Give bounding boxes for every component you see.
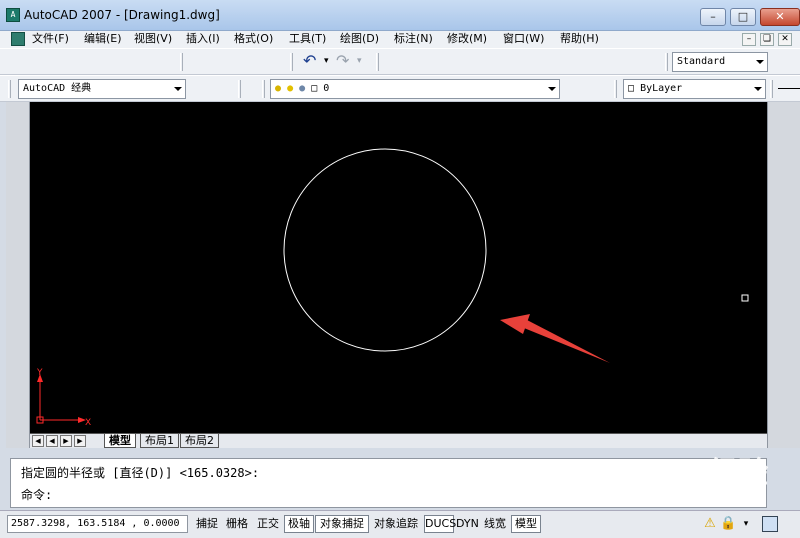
- first-tab-button[interactable]: ◀: [32, 435, 44, 447]
- menu-dimension[interactable]: 标注(N): [394, 32, 433, 46]
- osnap-toggle[interactable]: 对象捕捉: [315, 515, 369, 533]
- toolbar-grip[interactable]: [8, 80, 11, 98]
- menu-edit[interactable]: 编辑(E): [84, 32, 122, 46]
- chevron-down-icon: [756, 60, 764, 64]
- menu-modify[interactable]: 修改(M): [447, 32, 487, 46]
- color-select[interactable]: □ ByLayer: [623, 79, 766, 99]
- next-tab-button[interactable]: ▶: [60, 435, 72, 447]
- menu-tools[interactable]: 工具(T): [289, 32, 326, 46]
- document-icon[interactable]: [11, 32, 25, 46]
- chevron-down-icon[interactable]: ▾: [738, 516, 754, 532]
- redo-icon[interactable]: ↷: [336, 53, 349, 69]
- menu-bar: 文件(F) 编辑(E) 视图(V) 插入(I) 格式(O) 工具(T) 绘图(D…: [0, 31, 800, 48]
- layers-toolbar: AutoCAD 经典 ● ● ● □ 0 □ ByLayer: [0, 75, 800, 102]
- toolbar-grip[interactable]: [180, 53, 183, 71]
- color-swatch-icon: □: [628, 83, 635, 94]
- title-bar: A AutoCAD 2007 - [Drawing1.dwg] – □ ✕: [0, 0, 800, 31]
- tab-layout1[interactable]: 布局1: [140, 434, 179, 448]
- sun-icon: ●: [287, 83, 294, 94]
- menu-help[interactable]: 帮助(H): [560, 32, 599, 46]
- doc-restore-button[interactable]: ❏: [760, 33, 774, 46]
- close-icon: ✕: [775, 10, 785, 23]
- lock-icon: ●: [299, 83, 306, 94]
- ducs-toggle[interactable]: DUCS: [424, 515, 456, 533]
- toolbar-grip[interactable]: [262, 80, 265, 98]
- ucs-x-label: X: [85, 418, 91, 428]
- command-prompt[interactable]: 命令:: [21, 487, 52, 503]
- annotation-arrow-shaft: [524, 320, 610, 363]
- lightbulb-icon: ●: [275, 83, 282, 94]
- minimize-icon: –: [710, 10, 716, 23]
- clean-screen-icon[interactable]: [762, 516, 778, 532]
- toolbar-grip[interactable]: [770, 80, 773, 98]
- annotation-arrow-head: [500, 314, 530, 334]
- layer-select[interactable]: ● ● ● □ 0: [270, 79, 560, 99]
- toolbar-grip[interactable]: [614, 80, 617, 98]
- status-bar: 2587.3298, 163.5184 , 0.0000 捕捉 栅格 正交 极轴…: [0, 510, 800, 538]
- baidu-watermark: Baidu经验: [612, 456, 769, 491]
- menu-draw[interactable]: 绘图(D): [340, 32, 379, 46]
- right-frame: [767, 102, 800, 448]
- menu-file[interactable]: 文件(F): [32, 32, 69, 46]
- grid-toggle[interactable]: 栅格: [222, 515, 252, 533]
- drawing-canvas[interactable]: X Y: [30, 102, 767, 433]
- color-swatch-icon: □: [311, 83, 318, 94]
- maximize-button[interactable]: □: [730, 8, 756, 26]
- lock-icon[interactable]: 🔒: [720, 516, 736, 532]
- toolbar-grip[interactable]: [376, 53, 379, 71]
- toolbar-grip[interactable]: [290, 53, 293, 71]
- command-history-line: 指定圆的半径或 [直径(D)] <165.0328>:: [21, 466, 260, 480]
- standard-toolbar: ↶ ▾ ↷ ▾ Standard: [0, 48, 800, 75]
- chevron-down-icon: [548, 87, 556, 91]
- circle-entity[interactable]: [283, 148, 487, 352]
- undo-icon[interactable]: ↶: [303, 53, 316, 69]
- linetype-preview[interactable]: [778, 88, 800, 89]
- chevron-down-icon: [754, 87, 762, 91]
- tab-layout2[interactable]: 布局2: [180, 434, 219, 448]
- otrack-toggle[interactable]: 对象追踪: [369, 515, 423, 533]
- workspace-value: AutoCAD 经典: [23, 83, 92, 94]
- toolbar-grip[interactable]: [238, 80, 241, 98]
- menu-format[interactable]: 格式(O): [234, 32, 273, 46]
- polar-toggle[interactable]: 极轴: [284, 515, 314, 533]
- snap-toggle[interactable]: 捕捉: [192, 515, 222, 533]
- baidu-watermark-url: jingyan.baidu.com: [620, 497, 713, 508]
- coordinate-readout: 2587.3298, 163.5184 , 0.0000: [7, 515, 188, 533]
- text-style-value: Standard: [677, 56, 726, 67]
- restore-icon: □: [737, 10, 749, 23]
- tab-model[interactable]: 模型: [104, 434, 136, 448]
- prev-tab-button[interactable]: ◀: [46, 435, 58, 447]
- toolbar-grip[interactable]: [665, 53, 668, 71]
- menu-window[interactable]: 窗口(W): [503, 32, 544, 46]
- dyn-toggle[interactable]: DYN: [455, 515, 479, 533]
- ucs-icon: X Y: [36, 368, 91, 428]
- drawing-svg: X Y: [36, 148, 749, 428]
- last-tab-button[interactable]: ▶: [74, 435, 86, 447]
- undo-dropdown-icon[interactable]: ▾: [324, 53, 329, 69]
- ucs-y-label: Y: [36, 368, 43, 378]
- warning-icon[interactable]: ⚠: [702, 516, 718, 532]
- ortho-toggle[interactable]: 正交: [253, 515, 283, 533]
- redo-dropdown-icon[interactable]: ▾: [357, 53, 362, 69]
- window-title: AutoCAD 2007 - [Drawing1.dwg]: [24, 8, 220, 22]
- doc-close-button[interactable]: ✕: [778, 33, 792, 46]
- lineweight-toggle[interactable]: 线宽: [480, 515, 510, 533]
- layout-tabs: ◀ ◀ ▶ ▶ 模型 布局1 布局2: [30, 433, 767, 448]
- close-button[interactable]: ✕: [760, 8, 800, 26]
- model-space-toggle[interactable]: 模型: [511, 515, 541, 533]
- layer-name-value: 0: [323, 83, 330, 94]
- text-style-select[interactable]: Standard: [672, 52, 768, 72]
- minimize-button[interactable]: –: [700, 8, 726, 26]
- color-value: ByLayer: [640, 83, 683, 94]
- chevron-down-icon: [174, 87, 182, 91]
- left-frame: [6, 102, 30, 448]
- doc-minimize-button[interactable]: –: [742, 33, 756, 46]
- crosshair-cursor: [741, 294, 749, 302]
- autocad-app-icon[interactable]: A: [6, 8, 20, 22]
- workspace-select[interactable]: AutoCAD 经典: [18, 79, 186, 99]
- menu-insert[interactable]: 插入(I): [186, 32, 220, 46]
- menu-view[interactable]: 视图(V): [134, 32, 172, 46]
